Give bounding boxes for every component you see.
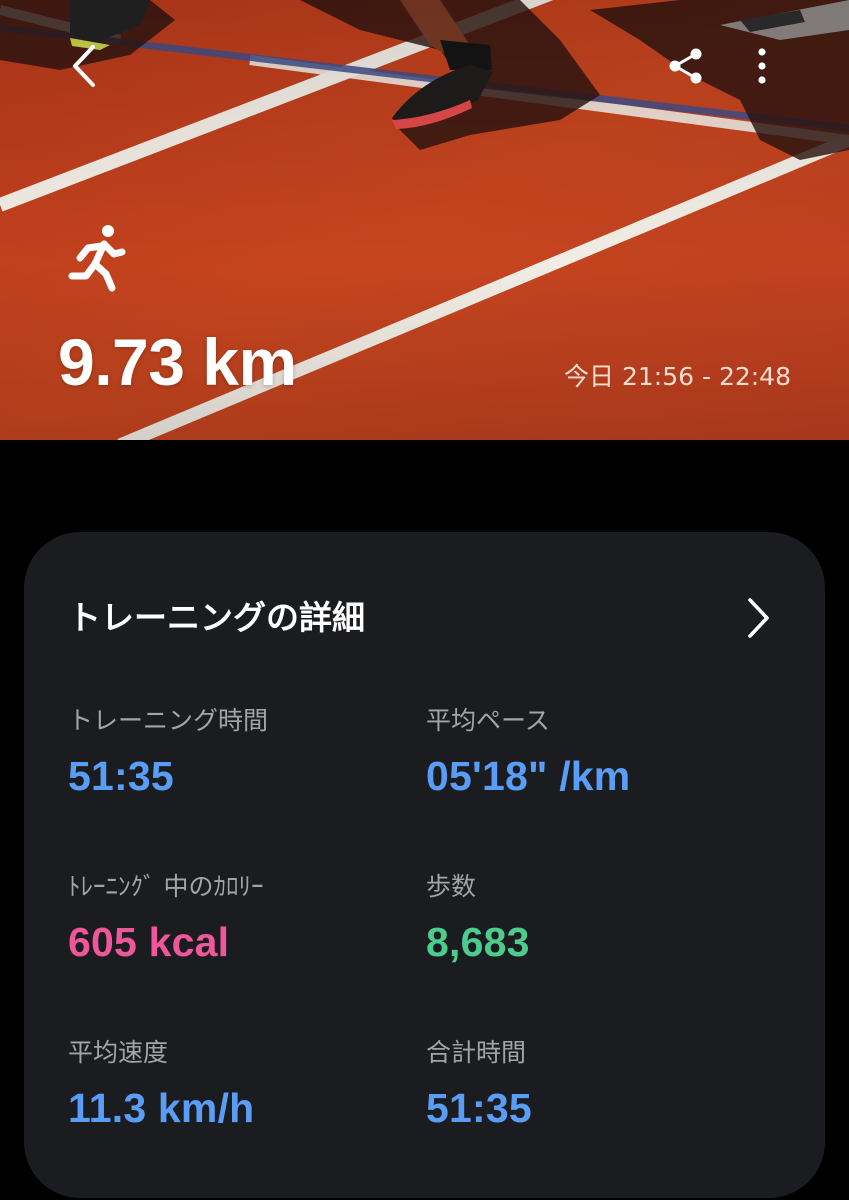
card-title: トレーニングの詳細 [68, 598, 365, 637]
stat-calories: ﾄﾚｰﾆﾝｸﾞ 中のｶﾛﾘｰ 605 kcal [68, 870, 408, 966]
stat-label: 歩数 [426, 872, 477, 901]
stat-steps: 歩数 8,683 [426, 870, 766, 966]
back-button[interactable] [56, 38, 112, 94]
chevron-right-icon [748, 598, 769, 638]
workout-time-range: 今日 21:56 - 22:48 [564, 362, 791, 391]
stat-total-time: 合計時間 51:35 [426, 1036, 766, 1132]
workout-detail-screen: 9.73 km 今日 21:56 - 22:48 トレーニングの詳細 トレーニン… [0, 0, 849, 1200]
distance-value: 9.73 km [58, 325, 297, 399]
training-details-card[interactable]: トレーニングの詳細 トレーニング時間 51:35 平均ペース 05'18" /k… [24, 532, 825, 1198]
stat-value: 605 kcal [68, 919, 230, 965]
share-button[interactable] [660, 38, 712, 94]
share-icon [669, 48, 702, 84]
more-vertical-icon [758, 48, 766, 84]
cover-photo: 9.73 km 今日 21:56 - 22:48 [0, 0, 849, 440]
running-person-icon [68, 225, 126, 292]
chevron-left-icon [73, 45, 95, 87]
stat-value: 51:35 [68, 753, 174, 799]
stat-average-pace: 平均ペース 05'18" /km [426, 704, 766, 800]
stat-value: 05'18" /km [426, 753, 631, 799]
stat-label: 合計時間 [426, 1038, 527, 1067]
stat-value: 51:35 [426, 1085, 532, 1131]
stat-value: 11.3 km/h [68, 1085, 255, 1131]
stat-value: 8,683 [426, 919, 530, 965]
stat-training-time: トレーニング時間 51:35 [68, 704, 408, 800]
more-options-button[interactable] [740, 38, 784, 94]
open-details-button[interactable] [732, 590, 784, 646]
stat-label: 平均速度 [68, 1038, 169, 1067]
stat-average-speed: 平均速度 11.3 km/h [68, 1036, 408, 1132]
stat-label: ﾄﾚｰﾆﾝｸﾞ 中のｶﾛﾘｰ [68, 872, 264, 901]
stat-label: トレーニング時間 [68, 706, 269, 735]
stat-label: 平均ペース [426, 706, 550, 735]
